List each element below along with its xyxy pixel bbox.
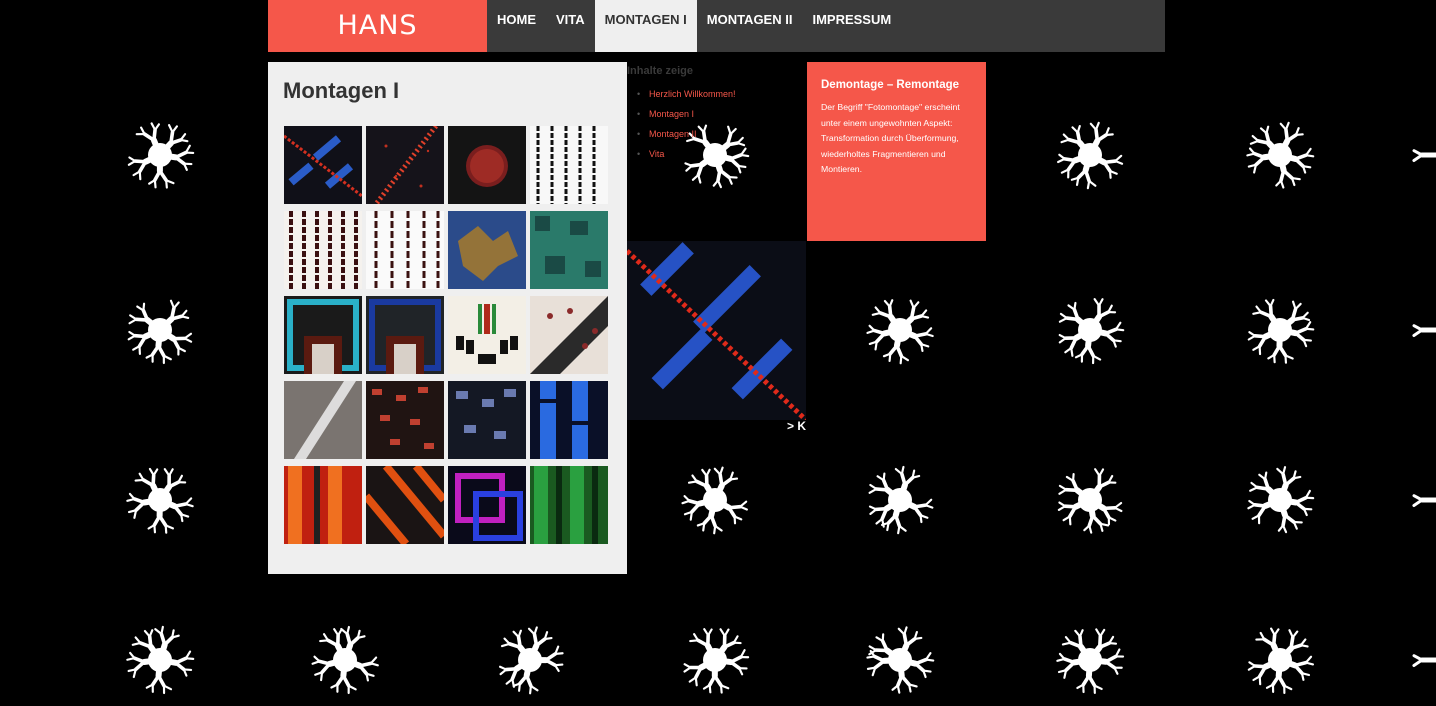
coral-branch-icon xyxy=(1056,628,1125,694)
site-logo[interactable]: HANS SIETHOFF xyxy=(268,0,487,93)
sidebar-item-welcome[interactable]: Herzlich Willkommen! xyxy=(637,84,807,104)
coral-branch-icon xyxy=(498,626,564,695)
gallery-thumbnail[interactable] xyxy=(530,466,608,544)
coral-branch-icon xyxy=(868,465,934,535)
coral-branch-icon xyxy=(681,466,748,535)
coral-branch-icon xyxy=(1058,298,1125,365)
gallery-thumbnail[interactable] xyxy=(284,126,362,204)
main-navigation: HOME VITA MONTAGEN I MONTAGEN II IMPRESS… xyxy=(487,0,901,52)
coral-branch-icon xyxy=(1412,324,1436,338)
content-panel: Montagen I xyxy=(268,62,627,574)
site-header: HANS SIETHOFF HOME VITA MONTAGEN I MONTA… xyxy=(268,0,1165,93)
coral-branch-icon xyxy=(866,626,935,694)
info-text: Der Begriff "Fotomontage" erscheint unte… xyxy=(821,102,960,174)
sidebar-list: Herzlich Willkommen! Montagen I Montagen… xyxy=(627,84,807,164)
gallery-thumbnail[interactable] xyxy=(448,211,526,289)
gallery-thumbnail[interactable] xyxy=(530,381,608,459)
page-title: Montagen I xyxy=(283,78,400,103)
coral-branch-icon xyxy=(866,299,934,365)
nav-montagen-2[interactable]: MONTAGEN II xyxy=(697,0,803,52)
gallery-thumbnail[interactable] xyxy=(284,211,362,289)
sidebar-item-montagen-1[interactable]: Montagen I xyxy=(637,104,807,124)
coral-branch-icon xyxy=(1412,149,1436,163)
gallery-thumbnail[interactable] xyxy=(530,211,608,289)
coral-branch-icon xyxy=(1412,654,1436,668)
coral-branch-icon xyxy=(1247,466,1315,534)
coral-branch-icon xyxy=(127,299,193,365)
coral-branch-icon xyxy=(1247,298,1315,364)
coral-branch-icon xyxy=(127,122,195,189)
coral-branch-icon xyxy=(1246,121,1315,189)
gallery-thumbnail[interactable] xyxy=(284,466,362,544)
info-title: Demontage – Remontage xyxy=(821,79,960,91)
sidebar-heading: Inhalte zeige xyxy=(627,65,694,77)
gallery-thumbnail[interactable] xyxy=(366,466,444,544)
info-box: Demontage – Remontage Der Begriff "Fotom… xyxy=(807,62,986,241)
gallery-thumbnail[interactable] xyxy=(366,381,444,459)
gallery-thumbnail[interactable] xyxy=(448,466,526,544)
sidebar-menu: Inhalte zeige Herzlich Willkommen! Monta… xyxy=(627,62,807,164)
nav-montagen-1[interactable]: MONTAGEN I xyxy=(594,0,697,52)
gallery-thumbnail[interactable] xyxy=(448,381,526,459)
coral-branch-icon xyxy=(1057,468,1123,534)
artwork-gallery xyxy=(284,126,612,544)
coral-branch-icon xyxy=(683,628,750,694)
coral-branch-icon xyxy=(311,625,379,695)
gallery-thumbnail[interactable] xyxy=(366,211,444,289)
gallery-thumbnail[interactable] xyxy=(366,296,444,374)
gallery-thumbnail[interactable] xyxy=(448,296,526,374)
gallery-thumbnail[interactable] xyxy=(284,381,362,459)
coral-branch-icon xyxy=(1412,494,1436,508)
gallery-thumbnail[interactable] xyxy=(448,126,526,204)
coral-branch-icon xyxy=(1057,121,1124,190)
coral-branch-icon xyxy=(126,467,194,534)
nav-vita[interactable]: VITA xyxy=(546,0,595,52)
coral-branch-icon xyxy=(126,625,195,695)
gallery-thumbnail[interactable] xyxy=(284,296,362,374)
coral-branch-icon xyxy=(1247,627,1315,695)
nav-home[interactable]: HOME xyxy=(487,0,546,52)
sidebar-item-montagen-2[interactable]: Montagen II xyxy=(637,124,807,144)
gallery-thumbnail[interactable] xyxy=(366,126,444,204)
gallery-thumbnail[interactable] xyxy=(530,296,608,374)
slideshow-image[interactable] xyxy=(627,241,806,420)
double-chevron-right-icon[interactable]: > K xyxy=(787,419,806,433)
sidebar-item-vita[interactable]: Vita xyxy=(637,144,807,164)
nav-impressum[interactable]: IMPRESSUM xyxy=(802,0,901,52)
gallery-thumbnail[interactable] xyxy=(530,126,608,204)
